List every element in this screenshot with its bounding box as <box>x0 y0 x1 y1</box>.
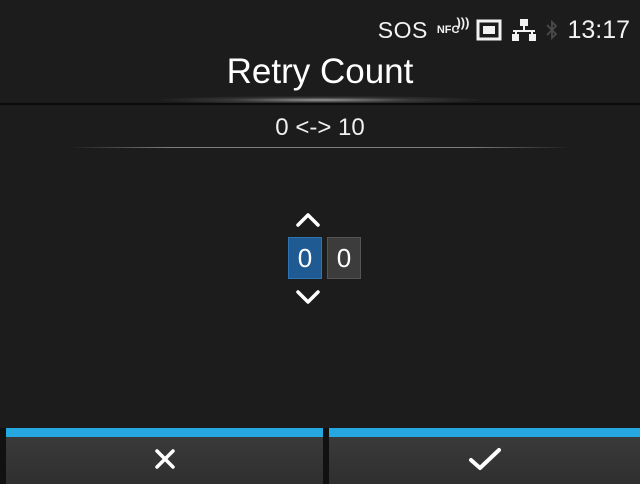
cancel-accent-bar <box>6 428 323 437</box>
range-divider <box>70 147 570 148</box>
confirm-button[interactable] <box>329 437 640 484</box>
digit-tens[interactable]: 0 <box>288 237 322 279</box>
confirm-accent-bar <box>329 428 640 437</box>
screen: SOS NFC ))) 13:17 Retry Count 0 <-> 10 0… <box>0 0 640 484</box>
check-icon <box>468 447 502 475</box>
status-bar: SOS NFC ))) 13:17 <box>378 14 630 46</box>
header-divider <box>0 103 640 105</box>
digit-ones[interactable]: 0 <box>327 237 361 279</box>
clock: 13:17 <box>567 15 630 44</box>
bluetooth-icon <box>546 18 558 42</box>
close-icon <box>153 447 177 475</box>
range-label: 0 <-> 10 <box>275 114 365 141</box>
decrement-chevron-down-icon[interactable] <box>293 288 323 306</box>
cancel-button[interactable] <box>6 437 323 484</box>
page-title: Retry Count <box>226 52 414 91</box>
lan-icon <box>511 18 537 42</box>
sd-card-icon <box>476 19 502 41</box>
nfc-icon: NFC ))) <box>436 15 470 36</box>
sos-indicator: SOS <box>377 16 428 43</box>
increment-chevron-up-icon[interactable] <box>293 210 323 228</box>
